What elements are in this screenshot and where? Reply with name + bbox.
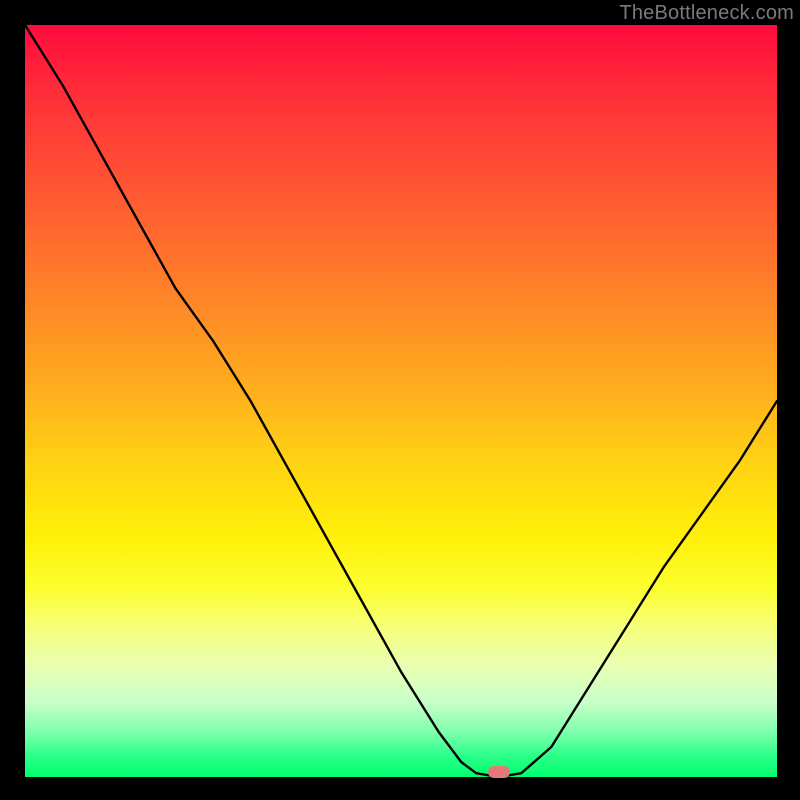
optimal-point-marker [488,766,510,778]
chart-stage: TheBottleneck.com [0,0,800,800]
curve-path [25,25,777,777]
bottleneck-curve [25,25,777,777]
attribution-text: TheBottleneck.com [619,2,794,25]
plot-area [25,25,777,777]
